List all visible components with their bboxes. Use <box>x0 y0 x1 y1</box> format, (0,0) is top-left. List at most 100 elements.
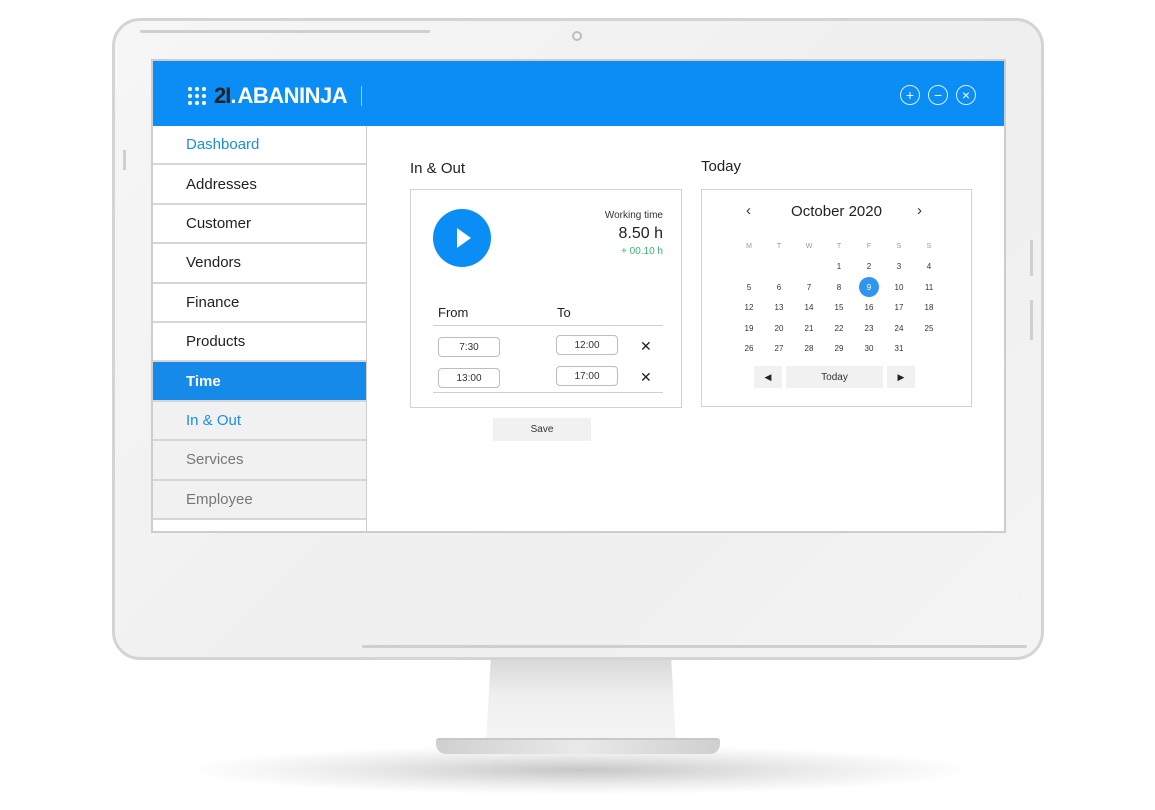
main-content: In & Out Today Working time 8.50 h + 00.… <box>368 126 1004 531</box>
calendar-day-selected[interactable]: 9 <box>854 277 884 298</box>
window-controls: + − × <box>900 85 976 105</box>
calendar-day[interactable]: 26 <box>734 339 764 360</box>
sidebar-item-in-out[interactable]: In & Out <box>153 401 366 442</box>
sidebar-item-products[interactable]: Products <box>153 323 366 363</box>
calendar-month-label: October 2020 <box>791 203 882 220</box>
sidebar-item-vendors[interactable]: Vendors <box>153 244 366 284</box>
close-circle-icon[interactable]: × <box>956 85 976 105</box>
save-button[interactable]: Save <box>493 418 591 441</box>
calendar-day-number: 18 <box>924 303 934 313</box>
minus-circle-icon[interactable]: − <box>928 85 948 105</box>
calendar-day[interactable]: 18 <box>914 298 944 319</box>
to-time-input[interactable]: 17:00 <box>556 366 618 386</box>
calendar-blank <box>734 257 764 278</box>
calendar-day-number: 24 <box>894 323 904 333</box>
calendar-day[interactable]: 25 <box>914 318 944 339</box>
today-title: Today <box>701 158 742 175</box>
calendar-day-number: 7 <box>806 282 812 292</box>
logo-dot: . <box>230 83 237 108</box>
calendar-day-number: 19 <box>744 323 754 333</box>
from-time-input[interactable]: 7:30 <box>438 337 500 357</box>
calendar-day-number: 29 <box>834 344 844 354</box>
calendar-day-number: 6 <box>776 282 782 292</box>
logo-name: ABANINJA <box>237 83 348 108</box>
calendar-day[interactable]: 28 <box>794 339 824 360</box>
remove-row-icon[interactable]: ✕ <box>640 370 652 384</box>
calendar-day[interactable]: 23 <box>854 318 884 339</box>
calendar-day[interactable]: 24 <box>884 318 914 339</box>
sidebar-item-dashboard[interactable]: Dashboard <box>153 126 366 166</box>
divider <box>361 86 363 106</box>
next-month-button[interactable]: ▶ <box>887 366 915 388</box>
sidebar-item-finance[interactable]: Finance <box>153 284 366 323</box>
calendar-day-number: 12 <box>744 303 754 313</box>
calendar-blank <box>794 257 824 278</box>
previous-month-button[interactable]: ◀ <box>754 366 782 388</box>
to-column-header: To <box>557 305 571 320</box>
sidebar-item-time[interactable]: Time <box>153 362 366 402</box>
calendar-day[interactable]: 10 <box>884 277 914 298</box>
calendar-day-number: 20 <box>774 323 784 333</box>
calendar-day[interactable]: 7 <box>794 277 824 298</box>
monitor-stand-base <box>436 738 720 754</box>
calendar-day-number: 26 <box>744 344 754 354</box>
calendar-day[interactable]: 15 <box>824 298 854 319</box>
bezel-highlight <box>1030 300 1033 340</box>
calendar-day[interactable]: 8 <box>824 277 854 298</box>
calendar-day[interactable]: 30 <box>854 339 884 360</box>
calendar-day[interactable]: 2 <box>854 257 884 278</box>
bezel-highlight <box>123 150 126 170</box>
calendar-day[interactable]: 19 <box>734 318 764 339</box>
sidebar: Dashboard Addresses Customer Vendors Fin… <box>153 126 367 531</box>
weekday-label: S <box>926 242 932 250</box>
calendar-day-number: 30 <box>864 344 874 354</box>
calendar-day[interactable]: 13 <box>764 298 794 319</box>
bezel-highlight <box>362 645 1027 648</box>
start-timer-button[interactable] <box>433 209 491 267</box>
calendar-day[interactable]: 29 <box>824 339 854 360</box>
calendar-grid: M T W T F S S 1 2 3 4 5 6 7 8 9 10 11 12 13 14 15 16 17 18 19 20 21… <box>734 236 944 359</box>
from-time-input[interactable]: 13:00 <box>438 368 500 388</box>
to-time-input[interactable]: 12:00 <box>556 335 618 355</box>
chevron-right-icon[interactable]: › <box>917 202 922 219</box>
sidebar-item-customer[interactable]: Customer <box>153 205 366 245</box>
calendar-day[interactable]: 31 <box>884 339 914 360</box>
calendar-day-number: 21 <box>804 323 814 333</box>
calendar-day[interactable]: 3 <box>884 257 914 278</box>
calendar-day[interactable]: 17 <box>884 298 914 319</box>
weekday-label: F <box>866 242 872 250</box>
in-out-card: Working time 8.50 h + 00.10 h From To 7:… <box>410 189 682 408</box>
calendar-day[interactable]: 21 <box>794 318 824 339</box>
bezel-highlight <box>140 30 430 33</box>
calendar-day-number: 9 <box>859 277 879 298</box>
calendar-blank <box>764 257 794 278</box>
calendar-day[interactable]: 16 <box>854 298 884 319</box>
calendar-day[interactable]: 4 <box>914 257 944 278</box>
calendar-day[interactable]: 5 <box>734 277 764 298</box>
calendar: ‹ October 2020 › M T W T F S S 1 2 3 4 5 6 7 8 9 10 11 12 1… <box>701 189 972 407</box>
calendar-day[interactable]: 12 <box>734 298 764 319</box>
sidebar-item-employee[interactable]: Employee <box>153 480 366 520</box>
weekday-label: W <box>805 242 813 250</box>
calendar-day-number: 14 <box>804 303 814 313</box>
play-icon <box>457 228 471 248</box>
today-button[interactable]: Today <box>786 366 883 388</box>
sidebar-item-addresses[interactable]: Addresses <box>153 165 366 205</box>
calendar-day[interactable]: 1 <box>824 257 854 278</box>
sidebar-item-services[interactable]: Services <box>153 441 366 481</box>
calendar-day-number: 2 <box>866 262 872 272</box>
calendar-day[interactable]: 20 <box>764 318 794 339</box>
calendar-day-number: 1 <box>836 262 842 272</box>
remove-row-icon[interactable]: ✕ <box>640 339 652 353</box>
calendar-day[interactable]: 14 <box>794 298 824 319</box>
logo-number: 2I <box>214 83 231 108</box>
calendar-day[interactable]: 22 <box>824 318 854 339</box>
calendar-day-number: 25 <box>924 323 934 333</box>
app-window: 2I . ABANINJA + − × Dashboard Addresses … <box>151 59 1006 533</box>
calendar-day[interactable]: 6 <box>764 277 794 298</box>
calendar-day-number: 31 <box>894 344 904 354</box>
calendar-day[interactable]: 27 <box>764 339 794 360</box>
add-circle-icon[interactable]: + <box>900 85 920 105</box>
logo[interactable]: 2I . ABANINJA <box>188 83 363 109</box>
calendar-day[interactable]: 11 <box>914 277 944 298</box>
